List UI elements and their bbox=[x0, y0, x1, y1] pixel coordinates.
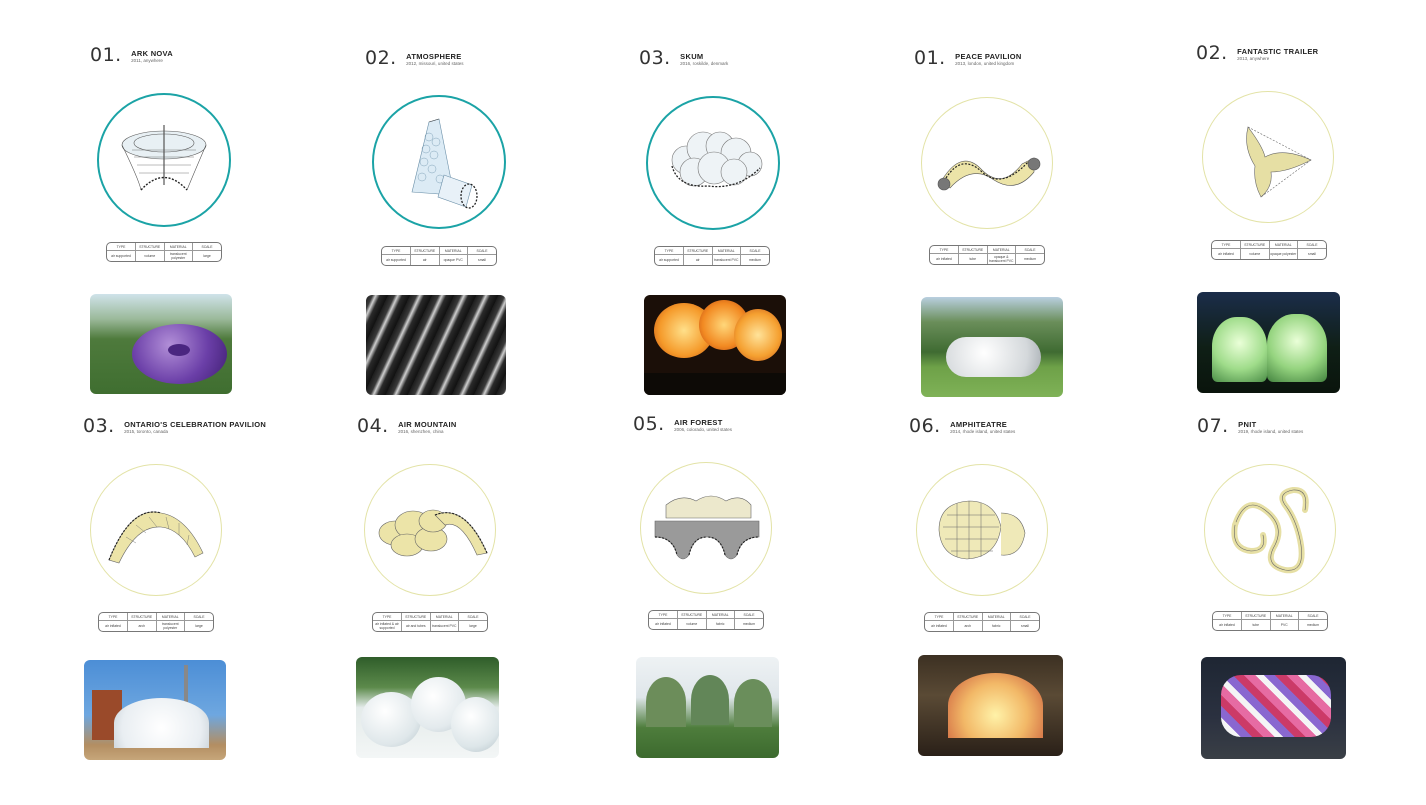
project-card: 02. FANTASTIC TRAILER 2013, anywhere TYPE… bbox=[1196, 42, 1426, 412]
project-card: 04. AIR MOUNTAIN 2016, shenzhen, china TY… bbox=[356, 415, 617, 785]
project-header: 05. AIR FOREST 2006, colorado, united sta… bbox=[633, 413, 732, 435]
air-mountain-photo bbox=[356, 657, 499, 758]
project-number: 05. bbox=[633, 413, 665, 435]
ontario-pavilion-photo bbox=[84, 660, 226, 760]
project-card: 03. ONTARIO'S CELEBRATION PAVILION 2015, … bbox=[83, 415, 343, 785]
project-number: 02. bbox=[1196, 42, 1228, 64]
project-subtitle: 2016, shenzhen, china bbox=[398, 429, 444, 434]
project-header: 03. SKUM 2016, roskilde, denmark bbox=[639, 47, 728, 69]
fantastic-trailer-photo bbox=[1197, 292, 1340, 393]
project-subtitle: 2011, anywhere bbox=[131, 58, 163, 63]
project-card: 07. PNIT 2019, rhode island, united state… bbox=[1197, 415, 1426, 785]
spec-table: TYPE STRUCTURE MATERIAL SCALE air supported… bbox=[654, 246, 770, 266]
project-subtitle: 2013, london, united kingdom bbox=[955, 61, 1015, 66]
spec-table: TYPE STRUCTURE MATERIAL SCALE air inflated v… bbox=[648, 610, 764, 630]
project-subtitle: 2012, missouri, united states bbox=[406, 61, 464, 66]
project-subtitle: 2006, colorado, united states bbox=[674, 427, 732, 432]
project-subtitle: 2014, rhode island, united states bbox=[950, 429, 1016, 434]
pnit-drawing bbox=[1204, 464, 1336, 596]
air-mountain-drawing bbox=[364, 464, 496, 596]
project-header: 06. AMPHITEATRE 2014, rhode island, unite… bbox=[909, 415, 1015, 437]
project-header: 02. FANTASTIC TRAILER 2013, anywhere bbox=[1196, 42, 1318, 64]
project-header: 03. ONTARIO'S CELEBRATION PAVILION 2015, … bbox=[83, 415, 266, 437]
air-forest-photo bbox=[636, 657, 779, 758]
fantastic-trailer-drawing bbox=[1202, 91, 1334, 223]
project-number: 07. bbox=[1197, 415, 1229, 437]
project-header: 04. AIR MOUNTAIN 2016, shenzhen, china bbox=[357, 415, 457, 437]
amphiteatre-photo bbox=[918, 655, 1063, 756]
project-subtitle: 2015, toronto, canada bbox=[124, 429, 168, 434]
project-number: 02. bbox=[365, 47, 397, 69]
ark-nova-photo bbox=[90, 294, 232, 394]
project-title: ARK NOVA bbox=[131, 49, 174, 58]
ontario-pavilion-drawing bbox=[90, 464, 222, 596]
project-title: AIR FOREST bbox=[674, 418, 723, 427]
project-subtitle: 2016, roskilde, denmark bbox=[680, 61, 729, 66]
spec-table: TYPE STRUCTURE MATERIAL SCALE air inflated t… bbox=[929, 245, 1045, 265]
ark-nova-drawing bbox=[97, 93, 231, 227]
project-subtitle: 2013, anywhere bbox=[1237, 56, 1270, 61]
project-card: 01. ARK NOVA 2011, anywhere TYPE STRUCTURE… bbox=[90, 44, 350, 414]
project-card: 06. AMPHITEATRE 2014, rhode island, unite… bbox=[909, 415, 1169, 785]
spec-table: TYPE STRUCTURE MATERIAL SCALE air inflated v… bbox=[1211, 240, 1327, 260]
spec-table: TYPE STRUCTURE MATERIAL SCALE air inflated a… bbox=[98, 612, 214, 632]
project-card: 05. AIR FOREST 2006, colorado, united sta… bbox=[633, 413, 893, 783]
project-number: 03. bbox=[83, 415, 115, 437]
spec-table: TYPE STRUCTURE MATERIAL SCALE air inflated t… bbox=[1212, 611, 1328, 631]
spec-table: TYPE STRUCTURE MATERIAL SCALE air inflated … bbox=[372, 612, 488, 632]
pnit-photo bbox=[1201, 657, 1346, 759]
spec-table: TYPE STRUCTURE MATERIAL SCALE air supported… bbox=[381, 246, 497, 266]
project-title: SKUM bbox=[680, 52, 704, 61]
spec-table: TYPE STRUCTURE MATERIAL SCALE air inflated a… bbox=[924, 612, 1040, 632]
project-number: 06. bbox=[909, 415, 941, 437]
project-subtitle: 2019, rhode island, united states bbox=[1238, 429, 1304, 434]
spec-table: TYPE STRUCTURE MATERIAL SCALE air supported… bbox=[106, 242, 222, 262]
project-number: 03. bbox=[639, 47, 671, 69]
project-title: AMPHITEATRE bbox=[950, 420, 1008, 429]
project-title: PNIT bbox=[1238, 420, 1257, 429]
project-number: 04. bbox=[357, 415, 389, 437]
project-header: 01. PEACE PAVILION 2013, london, united k… bbox=[914, 47, 1022, 69]
project-title: PEACE PAVILION bbox=[955, 52, 1022, 61]
project-title: ATMOSPHERE bbox=[406, 52, 462, 61]
project-title: ONTARIO'S CELEBRATION PAVILION bbox=[124, 420, 267, 429]
skum-photo bbox=[644, 295, 786, 395]
peace-pavilion-drawing bbox=[921, 97, 1053, 229]
project-title: FANTASTIC TRAILER bbox=[1237, 47, 1319, 56]
air-forest-drawing bbox=[640, 462, 772, 594]
amphiteatre-drawing bbox=[916, 464, 1048, 596]
project-header: 01. ARK NOVA 2011, anywhere bbox=[90, 44, 173, 66]
project-number: 01. bbox=[914, 47, 946, 69]
project-header: 07. PNIT 2019, rhode island, united state… bbox=[1197, 415, 1303, 437]
atmosphere-drawing bbox=[372, 95, 506, 229]
atmosphere-photo bbox=[366, 295, 506, 395]
project-title: AIR MOUNTAIN bbox=[398, 420, 457, 429]
project-number: 01. bbox=[90, 44, 122, 66]
skum-drawing bbox=[646, 96, 780, 230]
project-card: 01. PEACE PAVILION 2013, london, united k… bbox=[914, 47, 1174, 417]
project-card: 03. SKUM 2016, roskilde, denmark TYPE STRU… bbox=[639, 47, 899, 417]
peace-pavilion-photo bbox=[921, 297, 1063, 397]
project-header: 02. ATMOSPHERE 2012, missouri, united sta… bbox=[365, 47, 463, 69]
project-card: 02. ATMOSPHERE 2012, missouri, united sta… bbox=[365, 47, 625, 417]
